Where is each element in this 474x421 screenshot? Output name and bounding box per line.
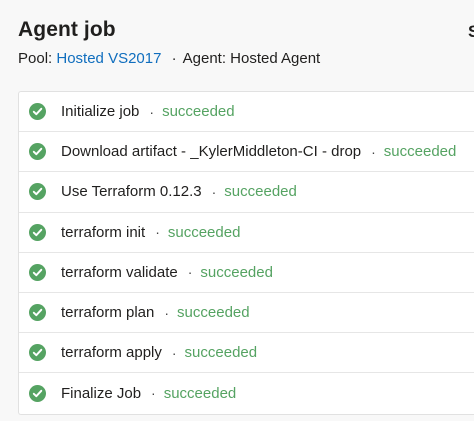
check-circle-icon	[29, 223, 46, 241]
step-name: Finalize Job	[61, 384, 142, 402]
separator-dot: ·	[171, 50, 177, 67]
step-separator: ·	[149, 103, 155, 120]
step-separator: ·	[155, 224, 160, 241]
step-row-3[interactable]: terraform init · succeeded	[19, 213, 474, 253]
step-name: terraform validate	[61, 263, 178, 281]
step-list: Initialize job · succeeded Download arti…	[18, 91, 474, 415]
check-circle-icon	[29, 263, 46, 281]
step-separator: ·	[164, 304, 170, 321]
step-separator: ·	[371, 143, 376, 160]
check-circle-icon	[29, 384, 46, 402]
check-circle-icon	[29, 103, 46, 121]
cut-off-header-text: S	[468, 22, 474, 41]
pool-info: Pool: Hosted VS2017 · Agent: Hosted Agent	[18, 50, 320, 67]
step-status: succeeded	[163, 384, 237, 402]
agent-job-panel: Agent job S Pool: Hosted VS2017 · Agent: …	[4, 2, 474, 421]
step-status: succeeded	[184, 344, 258, 362]
step-row-6[interactable]: terraform apply · succeeded	[19, 333, 474, 374]
step-separator: ·	[211, 183, 217, 200]
check-circle-icon	[29, 143, 46, 161]
step-separator: ·	[187, 264, 193, 281]
step-status: succeeded	[200, 263, 273, 281]
step-row-2[interactable]: Use Terraform 0.12.3 · succeeded	[19, 172, 474, 213]
pool-link[interactable]: Hosted VS2017	[56, 50, 161, 67]
step-name: terraform init	[61, 223, 146, 241]
step-name: terraform plan	[61, 304, 155, 322]
page-title: Agent job	[18, 18, 116, 41]
step-row-4[interactable]: terraform validate · succeeded	[19, 253, 474, 293]
step-name: Use Terraform 0.12.3	[61, 183, 202, 201]
step-row-7[interactable]: Finalize Job · succeeded	[19, 373, 474, 413]
pool-label: Pool:	[18, 50, 53, 67]
step-row-0[interactable]: Initialize job · succeeded	[19, 92, 474, 133]
check-circle-icon	[29, 344, 46, 362]
step-name: terraform apply	[61, 344, 162, 362]
step-row-5[interactable]: terraform plan · succeeded	[19, 293, 474, 334]
step-status: succeeded	[167, 223, 241, 241]
check-circle-icon	[29, 183, 46, 201]
step-status: succeeded	[162, 103, 235, 121]
step-status: succeeded	[224, 183, 297, 201]
step-separator: ·	[171, 344, 177, 361]
step-name: Initialize job	[61, 103, 140, 121]
check-circle-icon	[29, 304, 46, 322]
step-separator: ·	[151, 385, 156, 402]
agent-label: Agent: Hosted Agent	[182, 50, 321, 67]
step-row-1[interactable]: Download artifact - _KylerMiddleton-CI -…	[19, 132, 474, 173]
step-name: Download artifact - _KylerMiddleton-CI -…	[61, 143, 362, 161]
step-status: succeeded	[177, 304, 250, 322]
step-status: succeeded	[383, 143, 457, 161]
